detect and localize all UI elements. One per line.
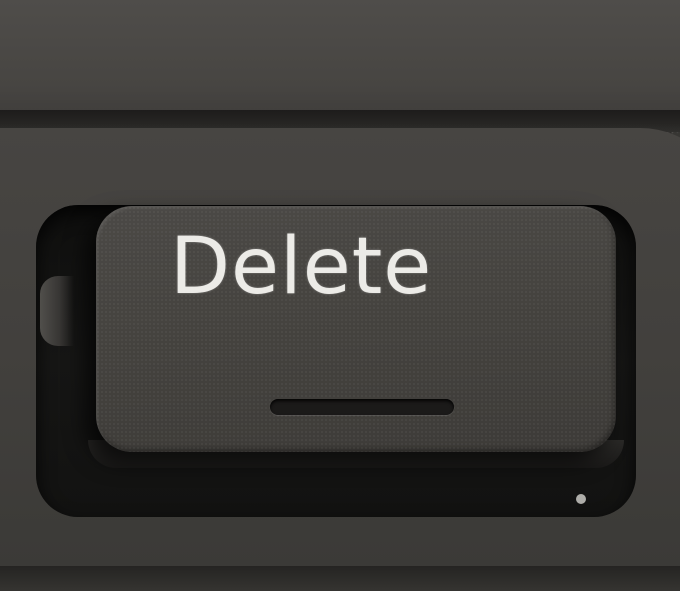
key-well-highlight [40,276,74,346]
delete-key-label: Delete [170,222,433,312]
adjacent-key-edge [0,566,680,591]
keyboard-photo: Delete [0,0,680,591]
dust-speck [576,494,586,504]
keyboard-deck-top [0,0,680,122]
key-recessed-bar [270,399,454,415]
